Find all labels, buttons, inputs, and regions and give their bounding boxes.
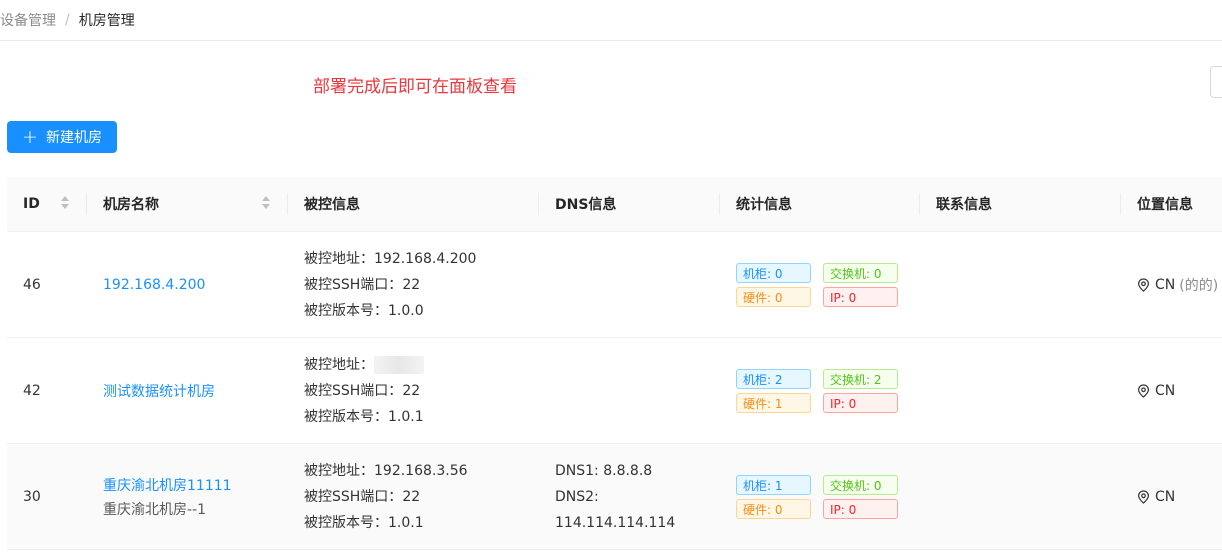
hardware-count-tag: 硬件: 1	[736, 392, 811, 413]
breadcrumb: 设备管理 / 机房管理	[0, 0, 1222, 41]
stats-tags: 机柜: 1 交换机: 0 硬件: 0 IP: 0	[736, 474, 904, 519]
cell-dns	[539, 231, 720, 338]
hardware-count-tag: 硬件: 0	[736, 286, 811, 307]
switch-count-tag: 交换机: 0	[823, 262, 898, 283]
cell-contact	[920, 231, 1121, 338]
new-room-button-label: 新建机房	[45, 130, 102, 146]
controlled-version: 被控版本号：1.0.1	[304, 514, 424, 531]
controlled-address: 被控地址：	[304, 352, 523, 378]
room-name-link[interactable]: 测试数据统计机房	[103, 381, 272, 401]
sort-icon[interactable]	[61, 196, 69, 209]
column-id[interactable]: ID	[7, 177, 87, 232]
breadcrumb-parent[interactable]: 设备管理	[0, 10, 56, 30]
switch-count-tag: 交换机: 2	[823, 368, 898, 389]
controlled-version: 被控版本号：1.0.0	[304, 302, 424, 319]
room-name-link[interactable]: 重庆渝北机房11111	[103, 475, 272, 495]
new-room-button[interactable]: + 新建机房	[7, 121, 117, 153]
ip-count-tag: IP: 0	[823, 286, 898, 307]
controlled-ssh-port: 被控SSH端口：22	[304, 276, 421, 293]
room-table: ID 机房名称 被控信息 DNS信息 统计信息 联系信息 位置信息 46 192…	[7, 177, 1222, 550]
column-controlled: 被控信息	[288, 177, 539, 232]
location-info: CN	[1137, 489, 1221, 505]
column-contact: 联系信息	[920, 177, 1121, 232]
cell-id: 46	[7, 231, 87, 338]
ip-count-tag: IP: 0	[823, 392, 898, 413]
redacted-address	[374, 355, 424, 374]
dns1-info: DNS1: 8.8.8.8	[555, 462, 653, 479]
room-subname: 重庆渝北机房--1	[103, 501, 207, 518]
cell-id: 42	[7, 337, 87, 444]
cell-contact	[920, 337, 1121, 444]
deploy-notice: 部署完成后即可在面板查看	[313, 77, 517, 97]
table-row: 30 重庆渝北机房11111 重庆渝北机房--1 被控地址：192.168.3.…	[7, 443, 1222, 550]
cabinet-count-tag: 机柜: 0	[736, 262, 811, 283]
cell-id: 30	[7, 443, 87, 550]
controlled-address: 被控地址：192.168.4.200	[304, 250, 477, 267]
location-info: CN	[1137, 383, 1221, 399]
column-dns: DNS信息	[539, 177, 720, 232]
breadcrumb-current: 机房管理	[78, 13, 135, 29]
hardware-count-tag: 硬件: 0	[736, 498, 811, 519]
sort-icon[interactable]	[262, 196, 270, 209]
cell-dns: DNS1: 8.8.8.8 DNS2: 114.114.114.114	[539, 443, 720, 550]
table-row: 42 测试数据统计机房 被控地址： 被控SSH端口：22 被控版本号：1.0.1…	[7, 337, 1222, 444]
cabinet-count-tag: 机柜: 1	[736, 474, 811, 495]
breadcrumb-separator: /	[65, 12, 70, 28]
cabinet-count-tag: 机柜: 2	[736, 368, 811, 389]
controlled-ssh-port: 被控SSH端口：22	[304, 382, 421, 399]
table-row: 46 192.168.4.200 被控地址：192.168.4.200 被控SS…	[7, 231, 1222, 338]
room-name-link[interactable]: 192.168.4.200	[103, 277, 272, 293]
location-pin-icon	[1137, 489, 1150, 504]
cell-dns	[539, 337, 720, 444]
column-stats: 统计信息	[720, 177, 920, 232]
switch-count-tag: 交换机: 0	[823, 474, 898, 495]
column-name[interactable]: 机房名称	[87, 177, 288, 232]
column-location: 位置信息	[1121, 177, 1222, 232]
controlled-version: 被控版本号：1.0.1	[304, 408, 424, 425]
cell-contact	[920, 443, 1121, 550]
table-header: ID 机房名称 被控信息 DNS信息 统计信息 联系信息 位置信息	[7, 177, 1222, 232]
location-pin-icon	[1137, 383, 1150, 398]
stats-tags: 机柜: 2 交换机: 2 硬件: 1 IP: 0	[736, 368, 904, 413]
plus-icon: +	[22, 125, 38, 148]
location-pin-icon	[1137, 277, 1150, 292]
controlled-ssh-port: 被控SSH端口：22	[304, 488, 421, 505]
location-info: CN (的的)	[1137, 275, 1221, 295]
dns2-info: DNS2: 114.114.114.114	[555, 488, 676, 531]
controlled-address: 被控地址：192.168.3.56	[304, 462, 468, 479]
ip-count-tag: IP: 0	[823, 498, 898, 519]
toolbar-control[interactable]	[1210, 66, 1222, 98]
stats-tags: 机柜: 0 交换机: 0 硬件: 0 IP: 0	[736, 262, 904, 307]
